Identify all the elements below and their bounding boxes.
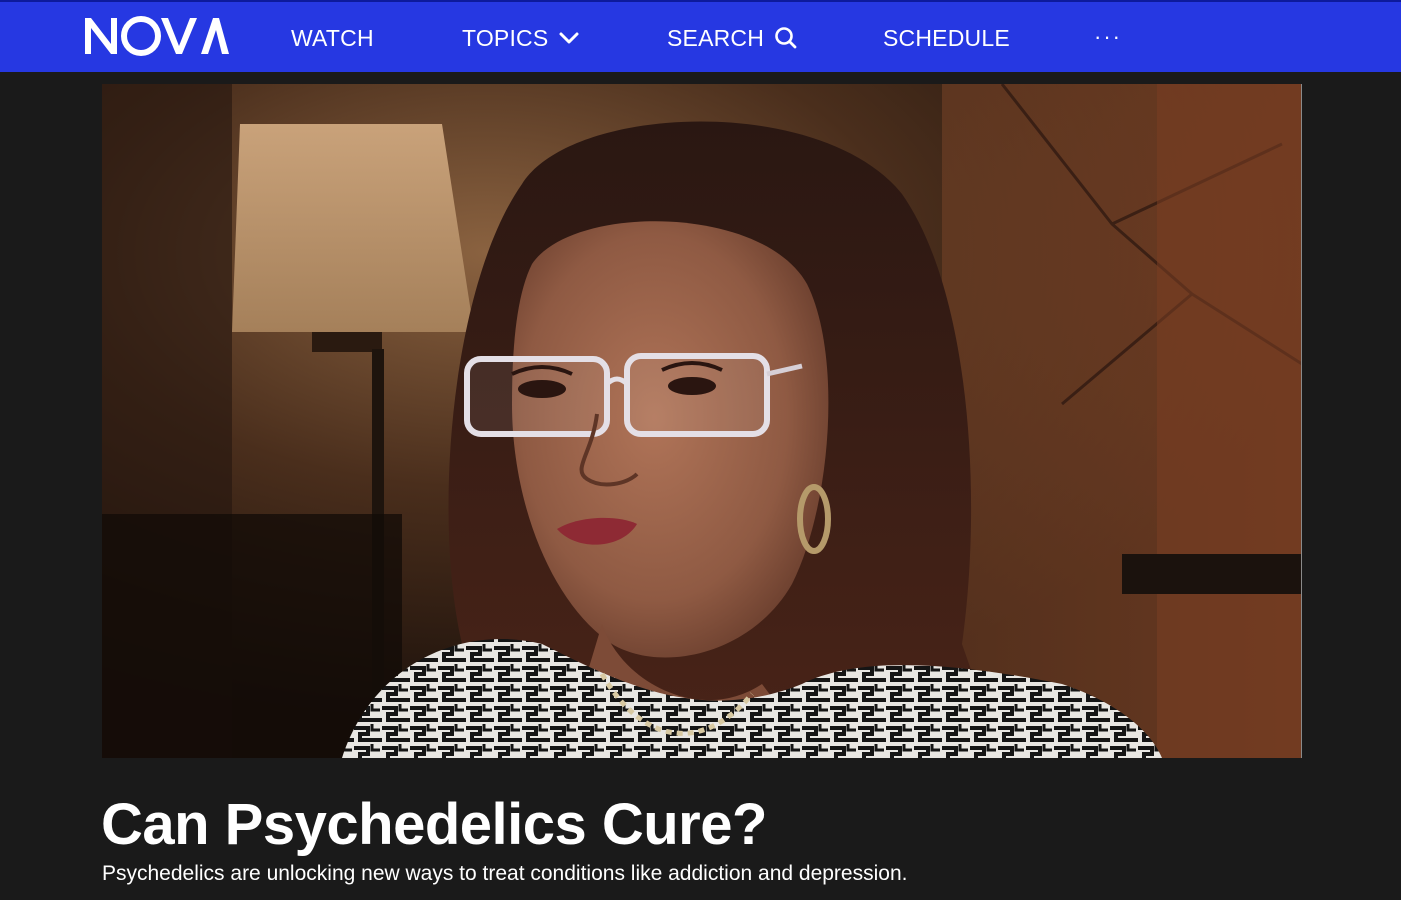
search-icon xyxy=(774,26,798,50)
nova-logo[interactable] xyxy=(83,12,229,58)
page-subtitle: Psychedelics are unlocking new ways to t… xyxy=(102,862,908,885)
nav-watch-label: WATCH xyxy=(291,25,374,51)
more-dots-icon[interactable]: ··· xyxy=(1094,24,1122,50)
nav-watch-link[interactable]: WATCH xyxy=(291,22,374,54)
nav-search-button[interactable]: SEARCH xyxy=(667,22,798,54)
nav-schedule-label: SCHEDULE xyxy=(883,25,1010,51)
nova-logo-icon xyxy=(85,16,229,56)
hero-image xyxy=(102,84,1302,758)
chevron-down-icon xyxy=(558,31,580,45)
nav-topics-menu[interactable]: TOPICS xyxy=(462,22,580,54)
nav-search-label: SEARCH xyxy=(667,25,765,51)
nav-schedule-link[interactable]: SCHEDULE xyxy=(883,22,1010,54)
portrait-image xyxy=(102,84,1301,758)
top-navigation-bar: WATCH TOPICS SEARCH SCHEDULE ··· xyxy=(0,0,1401,72)
page-title: Can Psychedelics Cure? xyxy=(101,792,767,857)
nav-topics-label: TOPICS xyxy=(462,25,549,51)
